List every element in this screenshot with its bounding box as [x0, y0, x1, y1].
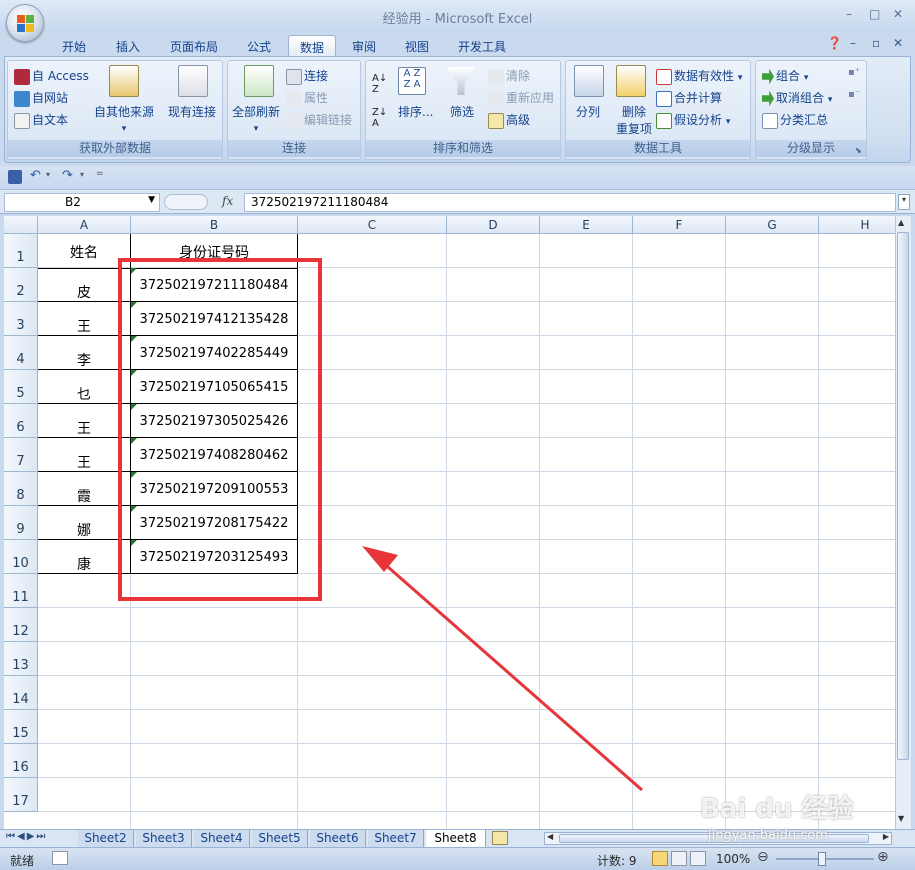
sheet-tab[interactable]: Sheet2 — [78, 830, 134, 847]
sheet-tab[interactable]: Sheet5 — [252, 830, 308, 847]
sheet-tab[interactable]: Sheet3 — [136, 830, 192, 847]
page-break-view-icon[interactable] — [690, 851, 706, 866]
sheet-navigation-icons[interactable]: ⏮◀▶⏭ — [6, 831, 47, 842]
zoom-slider-thumb[interactable] — [818, 852, 826, 866]
zoom-in-icon[interactable]: ⊕ — [877, 849, 889, 865]
zoom-out-icon[interactable]: ⊖ — [757, 849, 769, 865]
normal-view-icon[interactable] — [652, 851, 668, 866]
insert-sheet-icon[interactable] — [492, 831, 508, 845]
zoom-level[interactable]: 100% — [716, 852, 750, 866]
arrow-shaft — [379, 558, 643, 792]
scroll-left-icon[interactable]: ◀ — [547, 832, 553, 841]
status-ready: 就绪 — [10, 854, 35, 868]
sheet-tab[interactable]: Sheet4 — [194, 830, 250, 847]
baidu-watermark-url: jingyan.baidu.com — [708, 828, 828, 843]
sheet-tab[interactable]: Sheet6 — [310, 830, 366, 847]
baidu-watermark-logo: Bai du 经验 — [700, 794, 854, 824]
page-layout-view-icon[interactable] — [671, 851, 687, 866]
sheet-tab[interactable]: Sheet7 — [368, 830, 424, 847]
arrow-head — [362, 546, 398, 572]
macro-record-icon[interactable] — [52, 851, 68, 865]
office-logo-icon — [17, 15, 35, 33]
annotation-arrow — [362, 546, 643, 792]
scroll-right-icon[interactable]: ▶ — [883, 832, 889, 841]
status-bar: 就绪 计数: 9 100% ⊖ ⊕ — [0, 847, 915, 870]
status-count: 计数: 9 — [597, 854, 637, 868]
sheet-tab-active[interactable]: Sheet8 — [426, 830, 486, 847]
office-button[interactable] — [6, 4, 44, 42]
